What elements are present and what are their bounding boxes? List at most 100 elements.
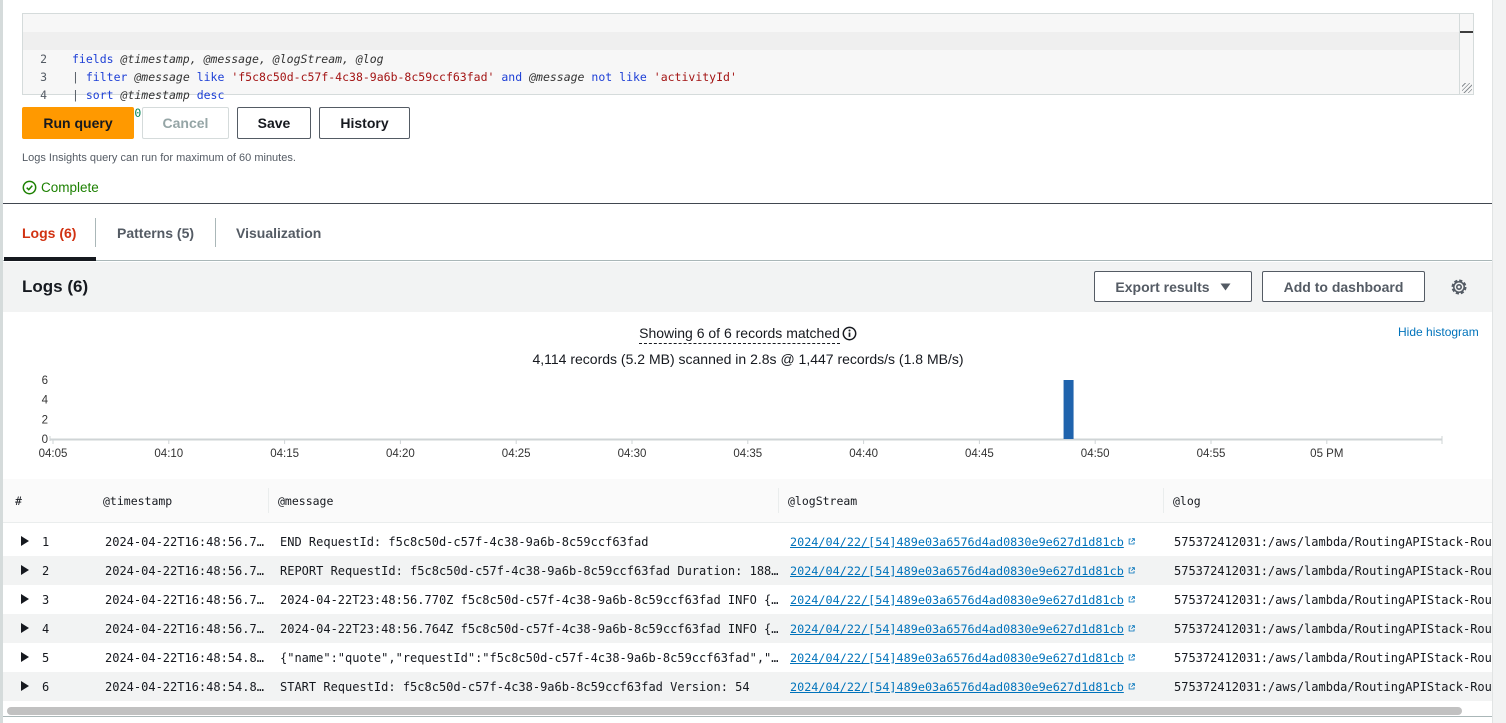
cell-logstream: 2024/04/22/[54]489e03a6576d4ad0830e9e627…	[790, 556, 1135, 585]
add-to-dashboard-button[interactable]: Add to dashboard	[1262, 271, 1425, 302]
column-header-logstream[interactable]: @logStream	[788, 479, 857, 523]
cancel-button[interactable]: Cancel	[142, 107, 229, 139]
results-table: # @timestamp @message @logStream @log 1 2…	[3, 479, 1492, 717]
cell-message: 2024-04-22T23:48:56.770Z f5c8c50d-c57f-4…	[280, 592, 779, 607]
column-header-message[interactable]: @message	[278, 479, 333, 523]
column-header-log[interactable]: @log	[1173, 479, 1201, 523]
gear-icon[interactable]	[1450, 278, 1468, 296]
x-tick-label: 04:30	[618, 448, 647, 460]
cell-logstream: 2024/04/22/[54]489e03a6576d4ad0830e9e627…	[790, 527, 1135, 556]
panel-title: Logs (6)	[22, 277, 89, 296]
query-duration-note: Logs Insights query can run for maximum …	[22, 152, 296, 164]
table-row[interactable]: 1 2024-04-22T16:48:56.7… END RequestId: f5…	[3, 527, 1492, 556]
records-matched-text[interactable]: Showing 6 of 6 records matched	[639, 325, 840, 344]
x-tick-label: 04:45	[965, 448, 994, 460]
table-horizontal-scrollbar[interactable]	[3, 706, 1492, 716]
row-number: 3	[42, 592, 50, 607]
x-tick-label: 04:10	[154, 448, 183, 460]
x-tick-label: 05 PM	[1310, 448, 1343, 460]
editor-scroll-thumb[interactable]	[1460, 31, 1473, 33]
logstream-link[interactable]: 2024/04/22/[54]489e03a6576d4ad0830e9e627…	[790, 593, 1124, 607]
x-tick-label: 04:20	[386, 448, 415, 460]
external-link-icon[interactable]	[1128, 650, 1135, 665]
column-header-index: #	[15, 494, 22, 508]
scroll-thumb[interactable]	[7, 707, 1462, 715]
expand-row-icon[interactable]	[21, 652, 29, 662]
editor-line[interactable]: 3 | sort @timestamp desc	[23, 50, 1459, 102]
external-link-icon[interactable]	[1128, 563, 1135, 578]
logstream-link[interactable]: 2024/04/22/[54]489e03a6576d4ad0830e9e627…	[790, 564, 1124, 578]
logs-insights-page: 1 fields @timestamp, @message, @logStrea…	[0, 0, 1506, 723]
cell-logstream: 2024/04/22/[54]489e03a6576d4ad0830e9e627…	[790, 643, 1135, 672]
export-results-label: Export results	[1115, 278, 1210, 295]
logstream-link[interactable]: 2024/04/22/[54]489e03a6576d4ad0830e9e627…	[790, 680, 1124, 694]
cell-log: 575372412031:/aws/lambda/RoutingAPIStack…	[1174, 592, 1492, 607]
row-number: 2	[42, 563, 50, 578]
expand-row-icon[interactable]	[21, 536, 29, 546]
tab-divider	[95, 218, 96, 247]
external-link-icon[interactable]	[1128, 592, 1135, 607]
cell-log: 575372412031:/aws/lambda/RoutingAPIStack…	[1174, 679, 1492, 694]
x-tick-label: 04:05	[39, 448, 68, 460]
column-header-timestamp[interactable]: @timestamp	[103, 479, 172, 523]
cell-message: REPORT RequestId: f5c8c50d-c57f-4c38-9a6…	[280, 563, 779, 578]
y-tick-label: 0	[42, 434, 48, 446]
table-header: # @timestamp @message @logStream @log	[3, 479, 1492, 523]
export-results-button[interactable]: Export results	[1094, 271, 1252, 302]
keyword-sort: sort	[85, 88, 114, 102]
save-button[interactable]: Save	[237, 107, 311, 139]
table-row[interactable]: 3 2024-04-22T16:48:56.7… 2024-04-22T23:48:…	[3, 585, 1492, 614]
cell-message: END RequestId: f5c8c50d-c57f-4c38-9a6b-8…	[280, 534, 649, 549]
run-query-button[interactable]: Run query	[22, 107, 134, 139]
records-scanned-summary: 4,114 records (5.2 MB) scanned in 2.8s @…	[532, 351, 964, 367]
expand-row-icon[interactable]	[21, 681, 29, 691]
table-row[interactable]: 5 2024-04-22T16:48:54.8… {"name":"quote","…	[3, 643, 1492, 672]
info-icon[interactable]	[842, 326, 857, 341]
external-link-icon[interactable]	[1128, 534, 1135, 549]
editor-scrollbar[interactable]	[1459, 14, 1473, 94]
editor-line-active[interactable]: 2 | filter @message like 'f5c8c50d-c57f-…	[23, 32, 1459, 84]
cell-log: 575372412031:/aws/lambda/RoutingAPIStack…	[1174, 563, 1492, 578]
external-link-icon[interactable]	[1128, 679, 1135, 694]
logstream-link[interactable]: 2024/04/22/[54]489e03a6576d4ad0830e9e627…	[790, 622, 1124, 636]
cell-message: {"name":"quote","requestId":"f5c8c50d-c5…	[280, 650, 779, 665]
tab-visualization[interactable]: Visualization	[236, 204, 321, 261]
status-label: Complete	[41, 180, 99, 195]
table-row[interactable]: 2 2024-04-22T16:48:56.7… REPORT RequestId:…	[3, 556, 1492, 585]
cell-logstream: 2024/04/22/[54]489e03a6576d4ad0830e9e627…	[790, 585, 1135, 614]
x-tick-label: 04:50	[1081, 448, 1110, 460]
x-tick-label: 04:25	[502, 448, 531, 460]
x-tick-label: 04:15	[270, 448, 299, 460]
column-divider[interactable]	[1163, 488, 1164, 513]
hide-histogram-link[interactable]: Hide histogram	[1398, 325, 1479, 339]
column-divider[interactable]	[778, 488, 779, 513]
history-button[interactable]: History	[319, 107, 410, 139]
tab-patterns[interactable]: Patterns (5)	[117, 204, 194, 261]
expand-row-icon[interactable]	[21, 623, 29, 633]
caret-down-icon	[1220, 283, 1231, 290]
expand-row-icon[interactable]	[21, 565, 29, 575]
field-timestamp: @timestamp	[120, 88, 190, 102]
editor-line[interactable]: 4 | limit 1000	[23, 68, 1459, 120]
row-number: 4	[42, 621, 50, 636]
column-divider[interactable]	[268, 488, 269, 513]
query-editor[interactable]: 1 fields @timestamp, @message, @logStrea…	[22, 13, 1474, 120]
table-row[interactable]: 6 2024-04-22T16:48:54.8… START RequestId: …	[3, 672, 1492, 701]
x-tick-label: 04:40	[849, 448, 878, 460]
logstream-link[interactable]: 2024/04/22/[54]489e03a6576d4ad0830e9e627…	[790, 651, 1124, 665]
editor-line[interactable]: 1 fields @timestamp, @message, @logStrea…	[23, 14, 1459, 66]
resize-handle-icon[interactable]	[1462, 83, 1472, 93]
keyword-desc: desc	[196, 88, 225, 102]
cell-timestamp: 2024-04-22T16:48:54.8…	[105, 650, 264, 665]
row-number: 6	[42, 679, 50, 694]
external-link-icon[interactable]	[1128, 621, 1135, 636]
tab-logs[interactable]: Logs (6)	[22, 204, 76, 261]
table-row[interactable]: 4 2024-04-22T16:48:56.7… 2024-04-22T23:48:…	[3, 614, 1492, 643]
x-tick-label: 04:35	[733, 448, 762, 460]
expand-row-icon[interactable]	[21, 594, 29, 604]
logstream-link[interactable]: 2024/04/22/[54]489e03a6576d4ad0830e9e627…	[790, 535, 1124, 549]
cell-timestamp: 2024-04-22T16:48:56.7…	[105, 534, 264, 549]
logs-panel-header: Logs (6) Export results Add to dashboard	[3, 262, 1492, 312]
row-number: 5	[42, 650, 50, 665]
pipe-operator: |	[72, 88, 79, 102]
